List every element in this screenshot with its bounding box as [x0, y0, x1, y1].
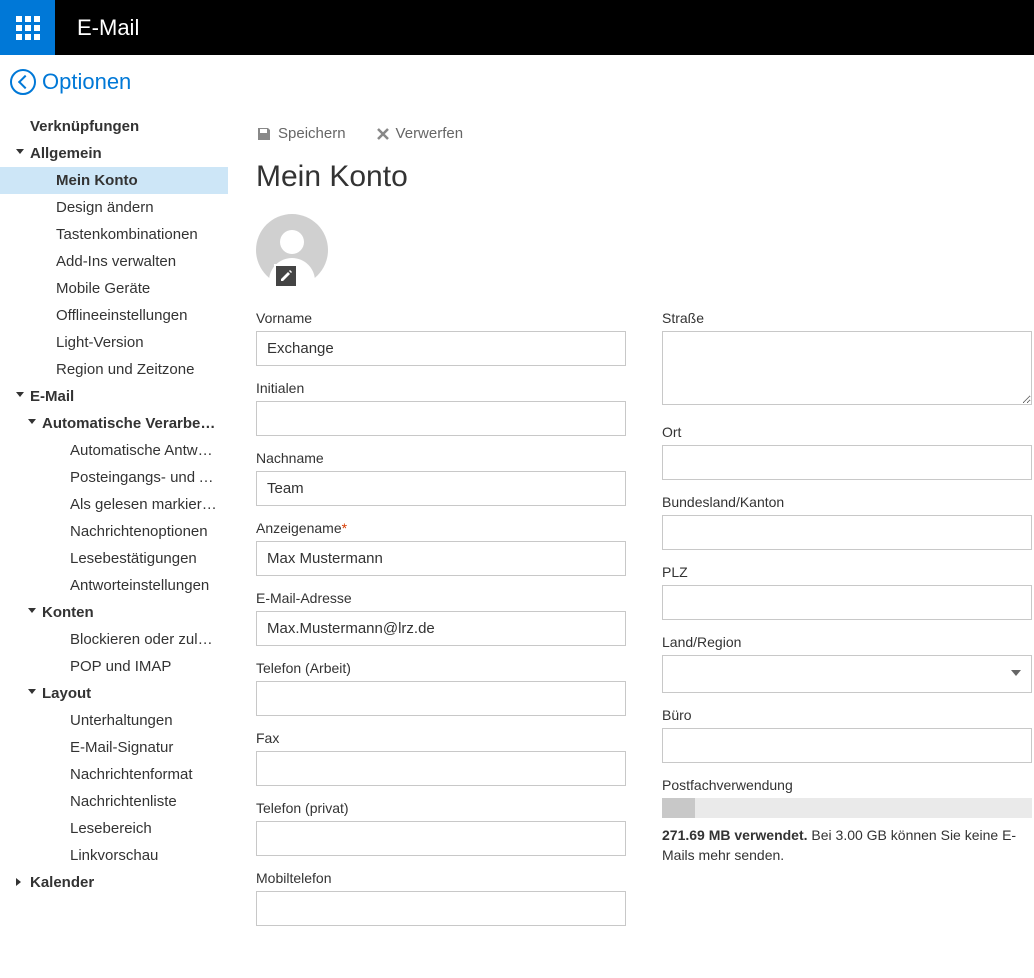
chevron-down-icon: [16, 149, 24, 154]
chevron-down-icon: [1011, 670, 1021, 676]
sidebar: Verknüpfungen Allgemein Mein Konto Desig…: [0, 113, 228, 976]
fax-label: Fax: [256, 730, 626, 746]
app-title: E-Mail: [77, 15, 139, 41]
sidebar-item-nachrichtenliste[interactable]: Nachrichtenliste: [0, 788, 228, 815]
sidebar-layout[interactable]: Layout: [0, 680, 228, 707]
discard-button[interactable]: Verwerfen: [376, 125, 464, 142]
initialen-input[interactable]: [256, 401, 626, 436]
mobil-input[interactable]: [256, 891, 626, 926]
sidebar-item-nachrichtenformat[interactable]: Nachrichtenformat: [0, 761, 228, 788]
chevron-down-icon: [16, 392, 24, 397]
email-input[interactable]: [256, 611, 626, 646]
edit-avatar-button[interactable]: [274, 264, 298, 288]
usage-bar: [662, 798, 1032, 818]
strasse-input[interactable]: [662, 331, 1032, 405]
sidebar-auto[interactable]: Automatische Verarbeitung: [0, 410, 228, 437]
sidebar-general[interactable]: Allgemein: [0, 140, 228, 167]
column-right: Straße Ort Bundesland/Kanton PLZ Land/Re…: [662, 310, 1032, 940]
sidebar-item-linkvorschau[interactable]: Linkvorschau: [0, 842, 228, 869]
anzeigename-input[interactable]: [256, 541, 626, 576]
sidebar-item-lesebest[interactable]: Lesebestätigungen: [0, 545, 228, 572]
sidebar-item-pop-imap[interactable]: POP und IMAP: [0, 653, 228, 680]
sidebar-item-light[interactable]: Light-Version: [0, 329, 228, 356]
bundesland-input[interactable]: [662, 515, 1032, 550]
usage-text: 271.69 MB verwendet. Bei 3.00 GB können …: [662, 826, 1032, 865]
sidebar-item-region[interactable]: Region und Zeitzone: [0, 356, 228, 383]
page-title: Mein Konto: [256, 160, 1034, 194]
tel-arbeit-label: Telefon (Arbeit): [256, 660, 626, 676]
nachname-input[interactable]: [256, 471, 626, 506]
sidebar-item-mobile[interactable]: Mobile Geräte: [0, 275, 228, 302]
save-icon: [256, 126, 272, 142]
close-icon: [376, 127, 390, 141]
save-button[interactable]: Speichern: [256, 125, 346, 142]
anzeigename-label: Anzeigename*: [256, 520, 626, 536]
sidebar-item-addins[interactable]: Add-Ins verwalten: [0, 248, 228, 275]
sidebar-konten[interactable]: Konten: [0, 599, 228, 626]
toolbar: Speichern Verwerfen: [256, 113, 1034, 142]
content: Speichern Verwerfen Mein Konto Vorname I…: [228, 113, 1034, 976]
sidebar-item-tasten[interactable]: Tastenkombinationen: [0, 221, 228, 248]
buero-input[interactable]: [662, 728, 1032, 763]
options-header: Optionen: [0, 55, 1034, 113]
tel-privat-input[interactable]: [256, 821, 626, 856]
sidebar-item-nachrichtenopt[interactable]: Nachrichtenoptionen: [0, 518, 228, 545]
pencil-icon: [279, 269, 293, 283]
sidebar-item-blockieren[interactable]: Blockieren oder zulassen: [0, 626, 228, 653]
initialen-label: Initialen: [256, 380, 626, 396]
options-label[interactable]: Optionen: [42, 69, 131, 95]
top-bar: E-Mail: [0, 0, 1034, 55]
plz-input[interactable]: [662, 585, 1032, 620]
sidebar-item-design[interactable]: Design ändern: [0, 194, 228, 221]
sidebar-item-auto-antworten[interactable]: Automatische Antworten: [0, 437, 228, 464]
sidebar-item-mein-konto[interactable]: Mein Konto: [0, 167, 228, 194]
land-select[interactable]: [662, 655, 1032, 693]
chevron-down-icon: [28, 608, 36, 613]
sidebar-item-antwortein[interactable]: Antworteinstellungen: [0, 572, 228, 599]
email-label: E-Mail-Adresse: [256, 590, 626, 606]
fax-input[interactable]: [256, 751, 626, 786]
app-launcher-button[interactable]: [0, 0, 55, 55]
sidebar-email[interactable]: E-Mail: [0, 383, 228, 410]
waffle-icon: [16, 16, 40, 40]
sidebar-shortcuts[interactable]: Verknüpfungen: [0, 113, 228, 140]
arrow-left-icon: [17, 75, 31, 89]
ort-input[interactable]: [662, 445, 1032, 480]
column-left: Vorname Initialen Nachname Anzeigename* …: [256, 310, 626, 940]
usage-fill: [662, 798, 695, 818]
usage-label: Postfachverwendung: [662, 777, 1032, 793]
sidebar-item-signatur[interactable]: E-Mail-Signatur: [0, 734, 228, 761]
bundesland-label: Bundesland/Kanton: [662, 494, 1032, 510]
chevron-down-icon: [28, 689, 36, 694]
strasse-label: Straße: [662, 310, 1032, 326]
buero-label: Büro: [662, 707, 1032, 723]
sidebar-item-offline[interactable]: Offlineeinstellungen: [0, 302, 228, 329]
sidebar-item-gelesen[interactable]: Als gelesen markieren: [0, 491, 228, 518]
sidebar-item-unterhaltungen[interactable]: Unterhaltungen: [0, 707, 228, 734]
sidebar-calendar[interactable]: Kalender: [0, 869, 228, 896]
tel-privat-label: Telefon (privat): [256, 800, 626, 816]
mobil-label: Mobiltelefon: [256, 870, 626, 886]
avatar: [256, 214, 328, 286]
sidebar-item-lesebereich[interactable]: Lesebereich: [0, 815, 228, 842]
sidebar-item-posteingang[interactable]: Posteingangs- und Aufräu: [0, 464, 228, 491]
back-button[interactable]: [10, 69, 36, 95]
plz-label: PLZ: [662, 564, 1032, 580]
land-label: Land/Region: [662, 634, 1032, 650]
vorname-label: Vorname: [256, 310, 626, 326]
chevron-down-icon: [28, 419, 36, 424]
nachname-label: Nachname: [256, 450, 626, 466]
ort-label: Ort: [662, 424, 1032, 440]
chevron-right-icon: [16, 878, 21, 886]
vorname-input[interactable]: [256, 331, 626, 366]
tel-arbeit-input[interactable]: [256, 681, 626, 716]
